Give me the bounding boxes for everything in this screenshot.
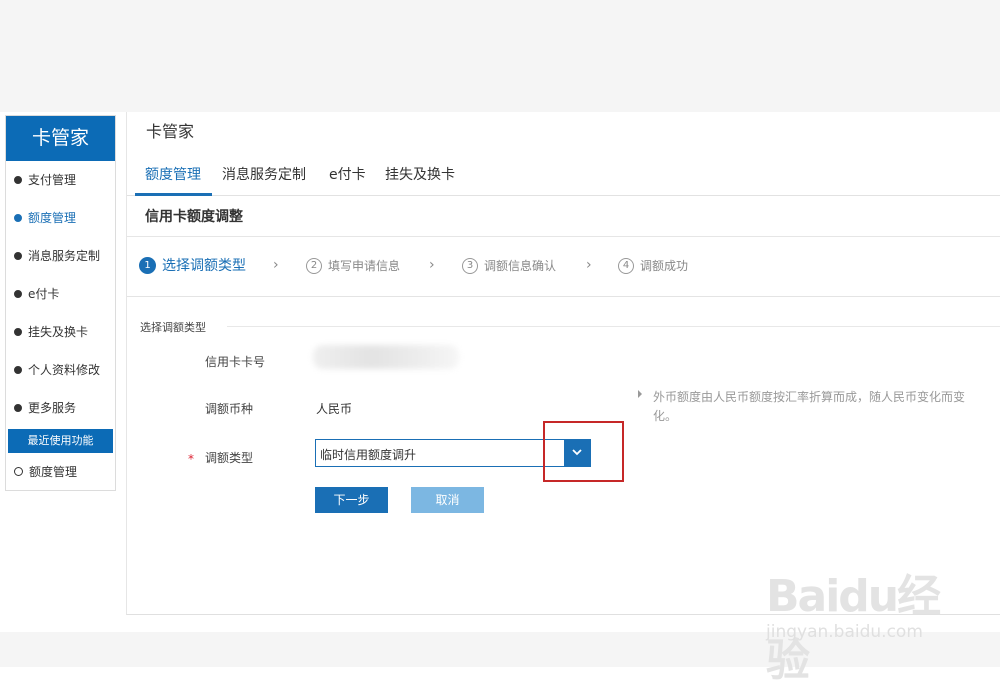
card-number-label: 信用卡卡号 [205, 355, 266, 369]
sidebar-item-label: 消息服务定制 [28, 249, 101, 263]
tab-lost-card[interactable]: 挂失及换卡 [385, 164, 455, 184]
step-indicator: 1 选择调额类型 › 2 填写申请信息 › 3 调额信息确认 › 4 调额成功 [127, 237, 1000, 297]
cancel-button[interactable]: 取消 [411, 487, 484, 513]
bullet-icon [14, 365, 22, 374]
sidebar-item-lost-card[interactable]: 挂失及换卡 [6, 313, 115, 351]
recent-item-limit[interactable]: 额度管理 [6, 453, 115, 491]
bullet-icon [14, 327, 22, 336]
step-4: 4 调额成功 [618, 257, 688, 275]
page-title: 卡管家 [146, 122, 195, 141]
sidebar-title: 卡管家 [6, 116, 115, 161]
sidebar-item-ecard[interactable]: e付卡 [6, 275, 115, 313]
bullet-icon [14, 175, 22, 184]
sidebar-item-label: 更多服务 [28, 401, 77, 415]
step-number: 1 [139, 256, 156, 274]
bullet-icon [14, 403, 22, 412]
sidebar-item-label: 个人资料修改 [28, 363, 101, 377]
clock-icon [14, 467, 23, 476]
adjust-type-selected-value: 临时信用额度调升 [320, 448, 417, 462]
form-group-title: 选择调额类型 [140, 321, 206, 334]
step-label: 调额信息确认 [484, 259, 557, 273]
next-step-button[interactable]: 下一步 [315, 487, 388, 513]
required-mark: * [188, 452, 194, 466]
watermark-url: jingyan.baidu.com [766, 622, 923, 642]
step-3: 3 调额信息确认 [462, 257, 556, 275]
currency-label: 调额币种 [205, 402, 254, 416]
card-number-value-redacted [313, 345, 459, 369]
adjust-type-label: 调额类型 [205, 451, 254, 465]
tab-message[interactable]: 消息服务定制 [222, 164, 306, 184]
chevron-right-icon: › [273, 257, 279, 273]
highlight-box [543, 421, 624, 482]
sidebar-item-profile[interactable]: 个人资料修改 [6, 351, 115, 389]
baidu-watermark: Baidu经验 jingyan.baidu.com [766, 560, 966, 686]
bullet-icon [14, 289, 22, 298]
active-tab-indicator [135, 193, 212, 196]
tab-bar: 额度管理 消息服务定制 e付卡 挂失及换卡 [127, 156, 1000, 196]
step-label: 调额成功 [640, 259, 689, 273]
top-background [0, 0, 1000, 112]
main-panel: 卡管家 额度管理 消息服务定制 e付卡 挂失及换卡 信用卡额度调整 1 选择调额类… [126, 112, 1000, 615]
triangle-right-icon [638, 390, 642, 398]
step-label: 填写申请信息 [328, 259, 401, 273]
step-2: 2 填写申请信息 [306, 257, 400, 275]
sidebar-item-payment[interactable]: 支付管理 [6, 161, 115, 199]
step-number: 2 [306, 257, 322, 274]
bullet-icon [14, 251, 22, 260]
currency-note: 外币额度由人民币额度按汇率折算而成，随人民币变化而变化。 [653, 390, 966, 423]
chevron-right-icon: › [586, 257, 592, 273]
sidebar-item-message[interactable]: 消息服务定制 [6, 237, 115, 275]
step-1: 1 选择调额类型 [139, 255, 246, 275]
form-divider [227, 326, 1000, 327]
step-number: 4 [618, 257, 634, 274]
currency-value: 人民币 [316, 402, 353, 416]
bullet-icon [14, 213, 22, 222]
recent-item-label: 额度管理 [29, 465, 78, 479]
sidebar-item-label: 额度管理 [28, 211, 77, 225]
tab-limit[interactable]: 额度管理 [145, 164, 201, 184]
chevron-right-icon: › [429, 257, 435, 273]
tab-ecard[interactable]: e付卡 [329, 164, 366, 184]
sidebar-item-label: 支付管理 [28, 173, 77, 187]
recent-functions-header: 最近使用功能 [8, 429, 113, 453]
section-title: 信用卡额度调整 [145, 209, 243, 225]
sidebar-item-limit[interactable]: 额度管理 [6, 199, 115, 237]
sidebar-item-more[interactable]: 更多服务 [6, 389, 115, 427]
step-label: 选择调额类型 [162, 258, 246, 274]
sidebar: 卡管家 支付管理 额度管理 消息服务定制 e付卡 挂失及换卡 个人资料修改 更多… [5, 115, 116, 491]
sidebar-item-label: 挂失及换卡 [28, 325, 89, 339]
sidebar-item-label: e付卡 [28, 287, 60, 301]
step-number: 3 [462, 257, 478, 274]
